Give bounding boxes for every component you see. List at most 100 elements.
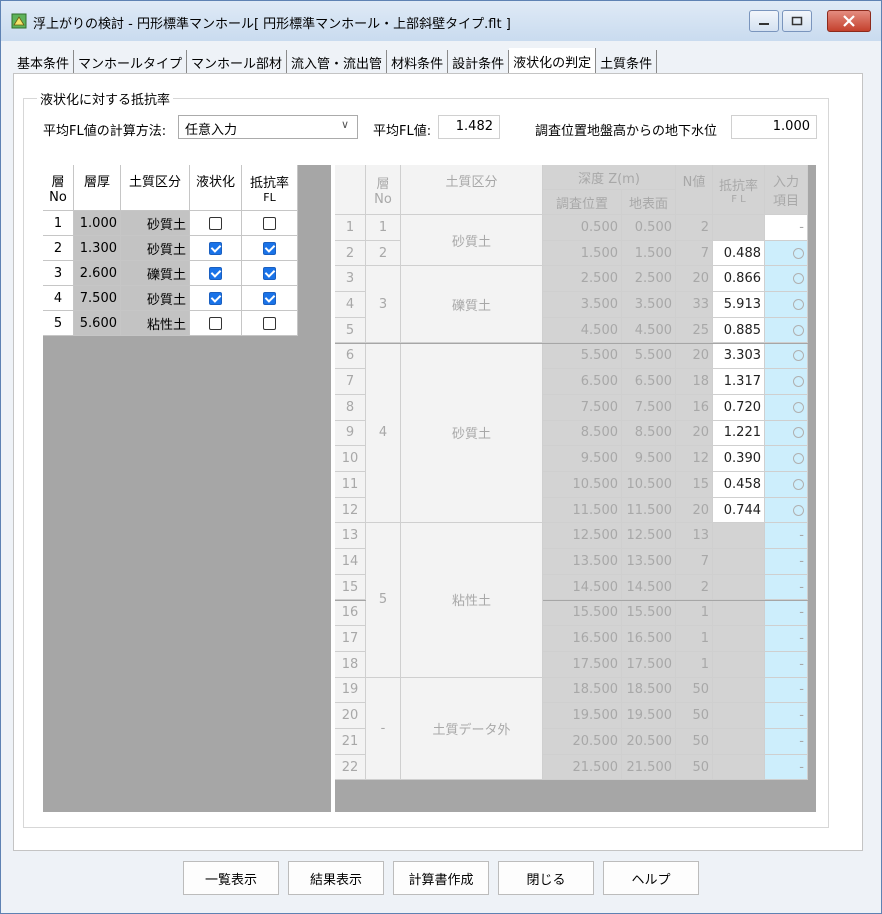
input-item[interactable] bbox=[765, 369, 808, 395]
input-item[interactable] bbox=[765, 266, 808, 293]
input-item[interactable] bbox=[765, 446, 808, 472]
input-circle-icon bbox=[793, 247, 804, 259]
layer-row: 3 2.600 礫質土 bbox=[43, 261, 298, 286]
fl-value[interactable]: 0.390 bbox=[713, 446, 765, 472]
n-value: 18 bbox=[676, 369, 713, 395]
create-report-button[interactable]: 計算書作成 bbox=[393, 861, 489, 895]
liquefaction-checkbox[interactable] bbox=[209, 316, 222, 330]
liquefaction-table: 層 No 土質区分 深度 Z(m) 調査位置 地表面 N値 抵抗率 F L 入力 項目 1 0.500 0… bbox=[335, 165, 816, 812]
n-value: 7 bbox=[676, 240, 713, 267]
layer-no: 5 bbox=[43, 311, 74, 336]
soil-type-cell: 粘性土 bbox=[401, 523, 543, 678]
input-item[interactable]: - bbox=[765, 626, 808, 652]
input-item[interactable] bbox=[765, 343, 808, 370]
fl-checkbox[interactable] bbox=[263, 241, 276, 255]
layer-soil-type[interactable]: 粘性土 bbox=[121, 311, 190, 336]
input-item[interactable] bbox=[765, 472, 808, 498]
fl-value[interactable]: 5.913 bbox=[713, 292, 765, 318]
n-value: 16 bbox=[676, 394, 713, 421]
layer-thickness[interactable]: 1.000 bbox=[74, 211, 121, 236]
tab-design[interactable]: 設計条件 bbox=[448, 50, 510, 74]
input-item[interactable]: - bbox=[765, 754, 808, 781]
fl-value[interactable]: 0.866 bbox=[713, 266, 765, 293]
col-no-header: 層 No bbox=[43, 165, 74, 211]
fl-value[interactable]: 0.458 bbox=[713, 472, 765, 498]
fl-value[interactable]: 0.488 bbox=[713, 240, 765, 267]
fl-checkbox[interactable] bbox=[263, 266, 276, 280]
list-view-button[interactable]: 一覧表示 bbox=[183, 861, 279, 895]
tab-pipes[interactable]: 流入管・流出管 bbox=[287, 50, 388, 74]
input-item[interactable] bbox=[765, 497, 808, 524]
close-button[interactable]: 閉じる bbox=[498, 861, 594, 895]
minimize-button[interactable] bbox=[749, 10, 779, 32]
method-select[interactable]: 任意入力 ∨ bbox=[178, 115, 358, 139]
soil-type-cell: 砂質土 bbox=[401, 215, 543, 267]
fl-value[interactable]: 1.317 bbox=[713, 369, 765, 395]
input-item[interactable] bbox=[765, 317, 808, 344]
header-fl: 抵抗率 F L bbox=[713, 165, 765, 215]
maximize-button[interactable] bbox=[782, 10, 812, 32]
layer-thickness[interactable]: 2.600 bbox=[74, 261, 121, 286]
liquefaction-checkbox[interactable] bbox=[209, 291, 222, 305]
surface-depth: 19.500 bbox=[622, 703, 676, 729]
fl-checkbox[interactable] bbox=[263, 216, 276, 230]
survey-depth: 2.500 bbox=[543, 266, 622, 293]
input-item[interactable]: - bbox=[765, 651, 808, 678]
surface-depth: 4.500 bbox=[622, 317, 676, 344]
input-item[interactable]: - bbox=[765, 729, 808, 755]
n-value: 15 bbox=[676, 472, 713, 498]
fl-cell bbox=[242, 261, 298, 286]
liquefaction-checkbox[interactable] bbox=[209, 216, 222, 230]
fl-value[interactable]: 3.303 bbox=[713, 343, 765, 370]
layer-soil-type[interactable]: 礫質土 bbox=[121, 261, 190, 286]
tab-soil[interactable]: 土質条件 bbox=[596, 50, 658, 74]
fl-value bbox=[713, 677, 765, 704]
input-item[interactable]: - bbox=[765, 549, 808, 575]
soil-type-cell: 礫質土 bbox=[401, 266, 543, 344]
n-value: 25 bbox=[676, 317, 713, 344]
input-item[interactable]: - bbox=[765, 600, 808, 627]
help-button[interactable]: ヘルプ bbox=[603, 861, 699, 895]
fl-checkbox[interactable] bbox=[263, 291, 276, 305]
row-index: 13 bbox=[335, 523, 366, 550]
tab-materials[interactable]: 材料条件 bbox=[387, 50, 449, 74]
fl-value[interactable]: 0.720 bbox=[713, 394, 765, 421]
avg-fl-label: 平均FL値: bbox=[373, 124, 432, 139]
survey-depth: 6.500 bbox=[543, 369, 622, 395]
input-item[interactable] bbox=[765, 394, 808, 421]
layer-thickness[interactable]: 1.300 bbox=[74, 236, 121, 261]
tab-manhole-type[interactable]: マンホールタイプ bbox=[74, 50, 188, 74]
input-item[interactable] bbox=[765, 292, 808, 318]
fl-value[interactable]: 0.885 bbox=[713, 317, 765, 344]
n-value: 50 bbox=[676, 729, 713, 755]
input-item[interactable]: - bbox=[765, 677, 808, 704]
layer-soil-type[interactable]: 砂質土 bbox=[121, 236, 190, 261]
liquefaction-checkbox[interactable] bbox=[209, 241, 222, 255]
liquefaction-checkbox[interactable] bbox=[209, 266, 222, 280]
input-item[interactable]: - bbox=[765, 523, 808, 550]
tab-basic[interactable]: 基本条件 bbox=[13, 50, 75, 74]
tab-manhole-parts[interactable]: マンホール部材 bbox=[187, 50, 288, 74]
fl-checkbox[interactable] bbox=[263, 316, 276, 330]
input-item[interactable]: - bbox=[765, 703, 808, 729]
result-view-button[interactable]: 結果表示 bbox=[288, 861, 384, 895]
input-item[interactable] bbox=[765, 240, 808, 267]
water-level-field[interactable]: 1.000 bbox=[731, 115, 817, 139]
n-value: 2 bbox=[676, 574, 713, 601]
row-index: 3 bbox=[335, 266, 366, 293]
n-value: 33 bbox=[676, 292, 713, 318]
fl-value[interactable]: 0.744 bbox=[713, 497, 765, 524]
input-item[interactable]: - bbox=[765, 574, 808, 601]
input-item[interactable]: - bbox=[765, 215, 808, 241]
layer-soil-type[interactable]: 砂質土 bbox=[121, 286, 190, 311]
tab-liquefaction[interactable]: 液状化の判定 bbox=[509, 48, 597, 74]
layer-thickness[interactable]: 7.500 bbox=[74, 286, 121, 311]
row-index: 1 bbox=[335, 215, 366, 241]
fl-value bbox=[713, 549, 765, 575]
avg-fl-field[interactable]: 1.482 bbox=[438, 115, 500, 139]
input-item[interactable] bbox=[765, 420, 808, 447]
close-window-button[interactable] bbox=[827, 10, 871, 32]
layer-thickness[interactable]: 5.600 bbox=[74, 311, 121, 336]
layer-soil-type[interactable]: 砂質土 bbox=[121, 211, 190, 236]
fl-value[interactable]: 1.221 bbox=[713, 420, 765, 447]
